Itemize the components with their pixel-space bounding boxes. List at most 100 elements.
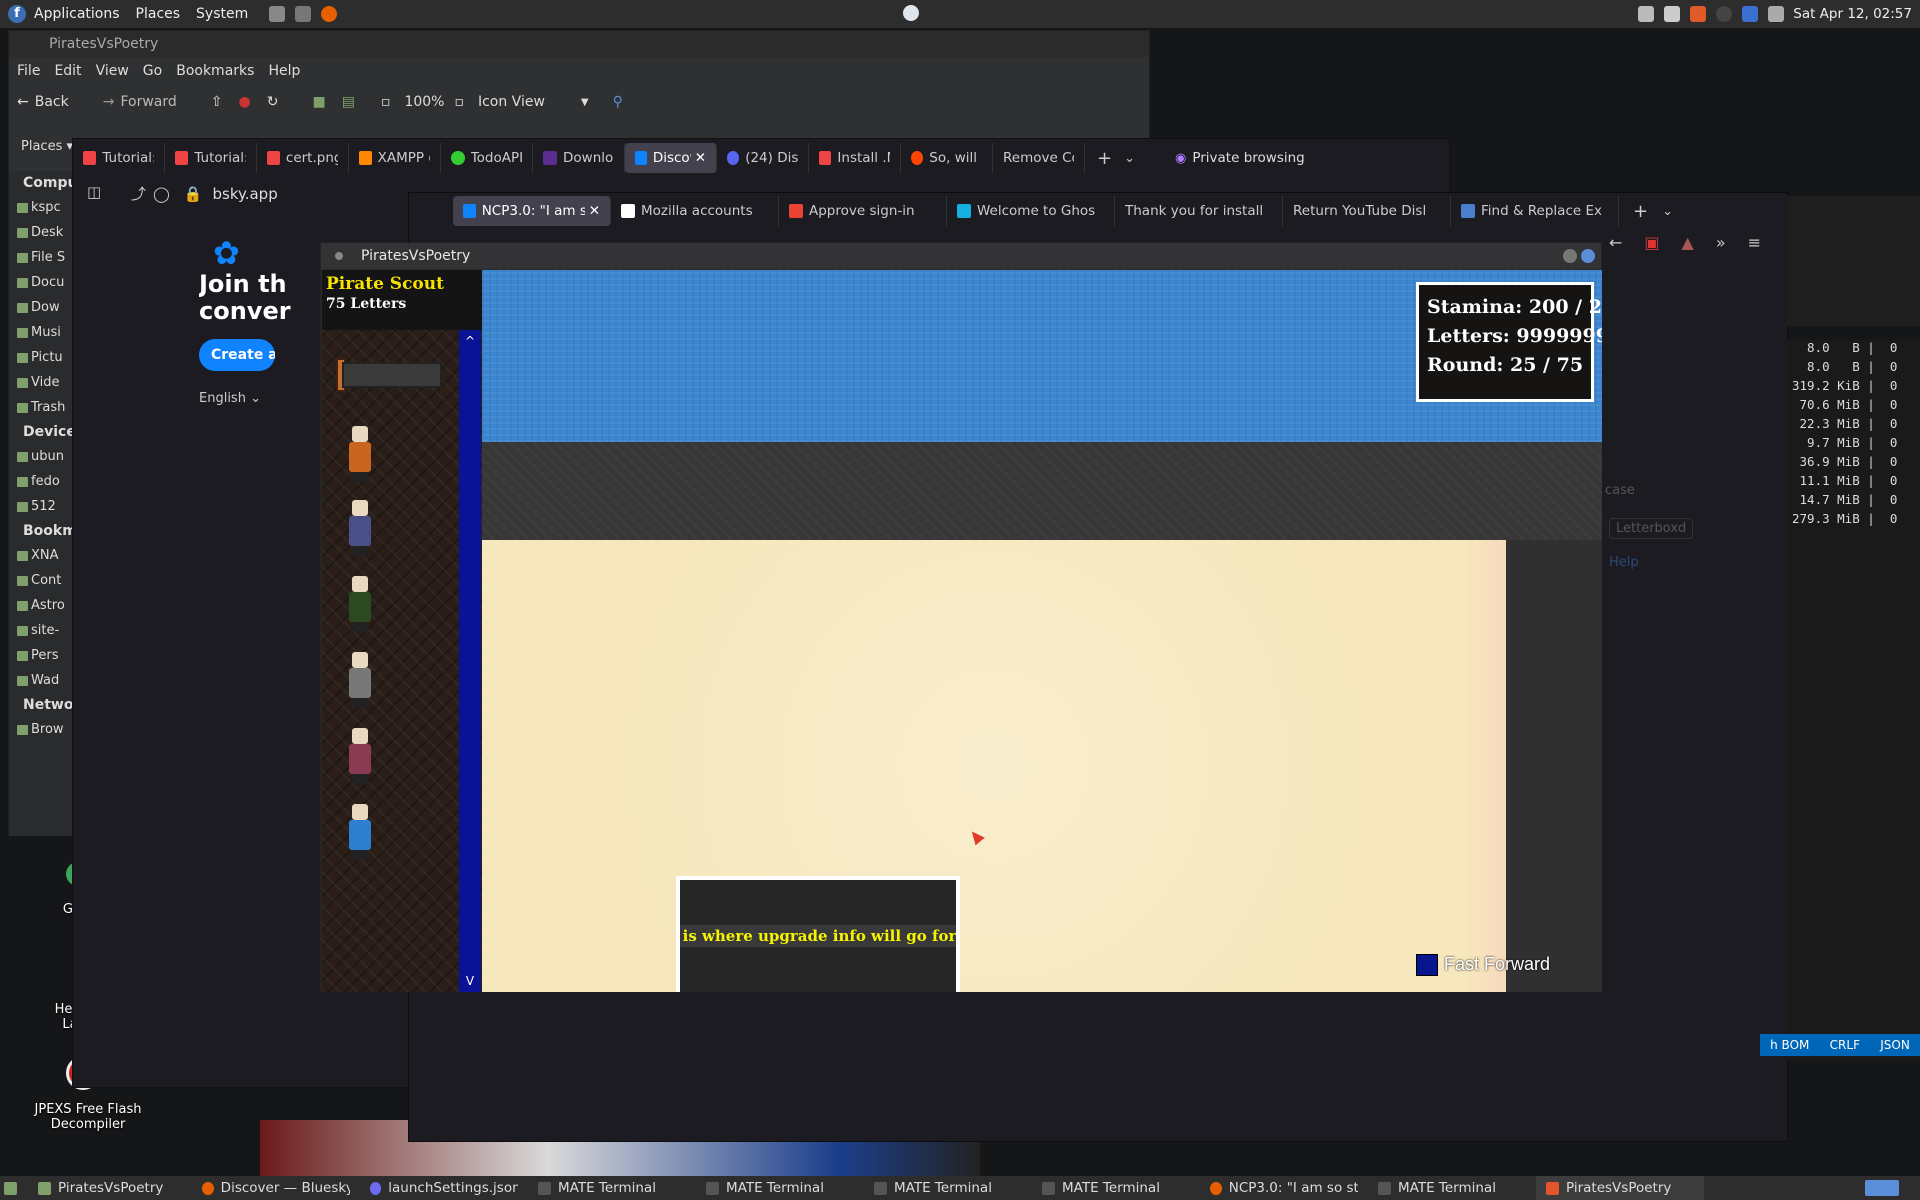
zoom-out-icon[interactable]: ▫ (381, 94, 391, 110)
tab[interactable]: cert.png (257, 143, 349, 173)
zoom-in-icon[interactable]: ▫ (454, 94, 464, 110)
url-field[interactable]: bsky.app (212, 185, 277, 203)
tab[interactable]: Approve sign-in (779, 196, 947, 226)
fedora-logo-icon[interactable]: f (8, 5, 26, 23)
taskbar-item[interactable]: Discover — Bluesky... (192, 1176, 360, 1200)
menu-help[interactable]: Help (268, 63, 300, 79)
tab[interactable]: Mozilla accounts (611, 196, 779, 226)
menu-file[interactable]: File (17, 63, 40, 79)
grey-pirate-icon[interactable] (342, 648, 378, 710)
file-manager-launcher-icon[interactable] (269, 6, 286, 22)
close-icon[interactable]: ✕ (589, 203, 600, 219)
tab[interactable]: Welcome to Ghos (947, 196, 1115, 226)
tab-active[interactable]: Discov✕ (625, 143, 717, 173)
tab[interactable]: TodoAPI (441, 143, 533, 173)
tab[interactable]: XAMPP c (349, 143, 441, 173)
encoding-status[interactable]: h BOM (1770, 1038, 1809, 1052)
taskbar-item[interactable]: MATE Terminal (864, 1176, 1032, 1200)
taskbar-item[interactable]: launchSettings.json ... (360, 1176, 528, 1200)
menu-bookmarks[interactable]: Bookmarks (176, 63, 254, 79)
taskbar-item[interactable]: MATE Terminal (1368, 1176, 1536, 1200)
minimize-icon[interactable] (1563, 249, 1577, 263)
home-icon[interactable]: ■ (312, 94, 325, 110)
back-button[interactable]: Back (35, 94, 69, 110)
monitor-icon[interactable] (1768, 6, 1785, 22)
bench-icon[interactable] (342, 362, 442, 388)
close-icon[interactable]: ✕ (695, 150, 706, 166)
taskbar-item[interactable]: PiratesVsPoetry (28, 1176, 192, 1200)
language-status[interactable]: JSON (1880, 1038, 1910, 1052)
extensions-icon[interactable]: ▣ (1644, 233, 1659, 252)
sidebar-icon[interactable]: ◫ (87, 183, 101, 201)
menu-go[interactable]: Go (143, 63, 162, 79)
menu-system[interactable]: System (196, 6, 248, 22)
shield-icon[interactable]: ◯ (153, 185, 170, 203)
file-manager-titlebar[interactable]: PiratesVsPoetry (9, 31, 1149, 57)
lock-icon[interactable]: 🔒 (184, 185, 203, 203)
tab[interactable]: Find & Replace Ex (1451, 196, 1619, 226)
obs-tray-icon[interactable] (1716, 6, 1733, 22)
tab[interactable]: Remove Co (993, 143, 1085, 173)
bookmark-icon[interactable]: ⤴ (131, 183, 146, 204)
bluetooth-icon[interactable] (1742, 6, 1759, 22)
ublock-icon[interactable]: ▲ (1682, 233, 1694, 252)
scroll-up-button[interactable]: ^ (459, 330, 481, 352)
shield-tray-icon[interactable] (1690, 6, 1707, 22)
tab[interactable]: So, will y (901, 143, 993, 173)
tab[interactable]: Tutorial: (73, 143, 165, 173)
menu-places[interactable]: Places (136, 6, 181, 22)
tab[interactable]: Tutorial: (165, 143, 257, 173)
tab[interactable]: Return YouTube Disl (1283, 196, 1451, 226)
menu-view[interactable]: View (96, 63, 129, 79)
navy-pirate-icon[interactable] (342, 496, 378, 558)
taskbar-item-active[interactable]: PiratesVsPoetry (1536, 1176, 1704, 1200)
list-tabs-icon[interactable]: ⌄ (1662, 204, 1673, 219)
workspace-switcher[interactable] (1851, 1176, 1920, 1200)
overflow-icon[interactable]: » (1716, 233, 1726, 252)
reload-icon[interactable]: ↻ (267, 94, 279, 110)
orange-pirate-icon[interactable] (342, 422, 378, 484)
view-mode-select[interactable]: Icon View (478, 94, 545, 110)
close-icon[interactable] (1581, 249, 1595, 263)
up-icon[interactable]: ⇧ (211, 94, 223, 110)
blue-pirate-icon[interactable] (342, 800, 378, 862)
menu-edit[interactable]: Edit (54, 63, 81, 79)
scroll-down-button[interactable]: V (459, 970, 481, 992)
forward-button[interactable]: Forward (120, 94, 176, 110)
clock[interactable]: Sat Apr 12, 02:57 (1793, 6, 1912, 22)
firefox-launcher-icon[interactable] (321, 6, 338, 22)
chevron-down-icon[interactable]: ▼ (581, 97, 589, 108)
search-icon[interactable]: ⚲ (613, 94, 623, 110)
taskbar-item[interactable]: NCP3.0: "I am so st... (1200, 1176, 1368, 1200)
window-menu-icon[interactable] (335, 252, 343, 260)
list-tabs-icon[interactable]: ⌄ (1124, 151, 1135, 166)
menu-applications[interactable]: Applications (34, 6, 120, 22)
game-canvas[interactable]: Pirate Scout 75 Letters ^ V Stamina: 200… (322, 270, 1602, 992)
line-ending-status[interactable]: CRLF (1830, 1038, 1860, 1052)
taskbar-item[interactable]: MATE Terminal (696, 1176, 864, 1200)
fast-forward-label[interactable]: Fast Forward (1444, 954, 1550, 975)
back-icon[interactable]: ← (1609, 233, 1622, 252)
tab[interactable]: Install .N (809, 143, 901, 173)
maroon-pirate-icon[interactable] (342, 724, 378, 786)
taskbar-item[interactable]: MATE Terminal (528, 1176, 696, 1200)
tab[interactable]: Thank you for install (1115, 196, 1283, 226)
show-desktop-icon[interactable] (0, 1176, 28, 1200)
create-account-button[interactable]: Create acc (199, 339, 275, 371)
discord-tray-icon[interactable] (1664, 6, 1681, 22)
zoom-level[interactable]: 100% (404, 94, 444, 110)
places-dropdown[interactable]: Places ▾ (21, 139, 73, 154)
volume-icon[interactable] (1638, 6, 1655, 22)
fast-forward-checkbox[interactable] (1416, 954, 1438, 976)
tab[interactable]: Downlo (533, 143, 625, 173)
green-pirate-icon[interactable] (342, 572, 378, 634)
sand-field[interactable] (482, 540, 1506, 992)
computer-icon[interactable]: ▤ (342, 94, 355, 110)
unit-scrollbar[interactable] (459, 330, 481, 992)
background-link[interactable]: Help (1609, 555, 1639, 570)
stop-icon[interactable]: ● (239, 94, 251, 110)
background-button[interactable]: Letterboxd (1609, 518, 1694, 539)
menu-icon[interactable]: ≡ (1748, 233, 1761, 252)
taskbar-item[interactable]: MATE Terminal (1032, 1176, 1200, 1200)
game-titlebar[interactable]: PiratesVsPoetry (321, 243, 1601, 269)
